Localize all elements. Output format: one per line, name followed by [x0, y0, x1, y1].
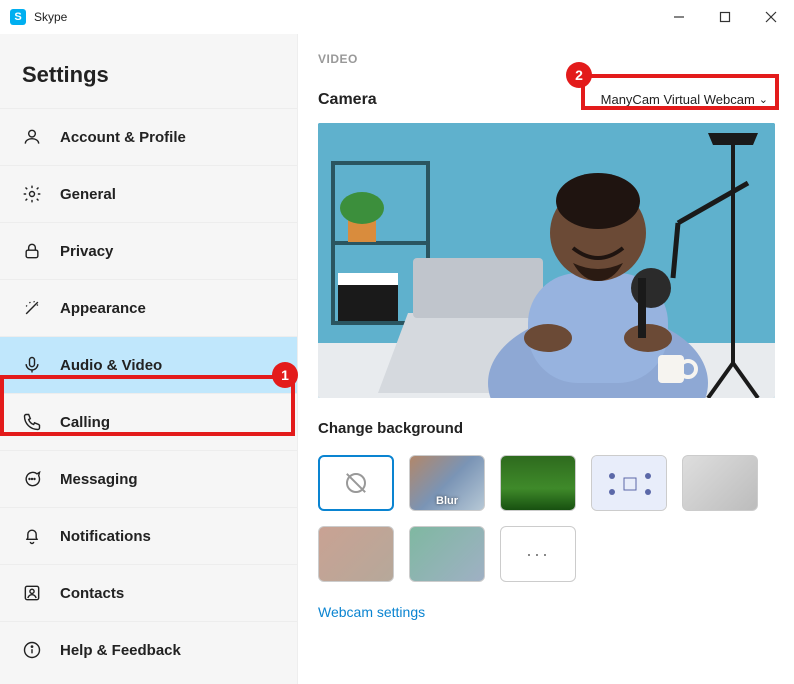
contacts-icon: [22, 583, 42, 603]
maximize-icon: [719, 11, 731, 23]
sidebar-item-audio-video[interactable]: Audio & Video: [0, 336, 297, 393]
camera-preview: [318, 123, 775, 398]
minimize-button[interactable]: [656, 0, 702, 34]
titlebar: S Skype: [0, 0, 794, 34]
profile-icon: [22, 127, 42, 147]
close-button[interactable]: [748, 0, 794, 34]
skype-settings-window: S Skype Settings Account & Profile: [0, 0, 794, 684]
video-section-title: VIDEO: [318, 52, 774, 66]
sidebar-item-label: Notifications: [60, 528, 151, 545]
microphone-icon: [22, 355, 42, 375]
camera-label: Camera: [318, 91, 377, 109]
sidebar-item-account[interactable]: Account & Profile: [0, 108, 297, 165]
background-thumbnails: Blur ···: [318, 455, 790, 582]
app-title: Skype: [34, 10, 67, 24]
sidebar-item-appearance[interactable]: Appearance: [0, 279, 297, 336]
sidebar-item-help[interactable]: Help & Feedback: [0, 621, 297, 678]
sidebar-item-label: Contacts: [60, 585, 124, 602]
camera-select[interactable]: ManyCam Virtual Webcam ⌄: [595, 88, 774, 111]
lock-icon: [22, 241, 42, 261]
sidebar-item-contacts[interactable]: Contacts: [0, 564, 297, 621]
sidebar-item-notifications[interactable]: Notifications: [0, 507, 297, 564]
sidebar-item-label: Help & Feedback: [60, 642, 181, 659]
chat-icon: [22, 469, 42, 489]
sidebar-item-label: Appearance: [60, 300, 146, 317]
sidebar-item-privacy[interactable]: Privacy: [0, 222, 297, 279]
phone-icon: [22, 412, 42, 432]
gear-icon: [22, 184, 42, 204]
bg-option-caption: Blur: [410, 495, 484, 507]
info-icon: [22, 640, 42, 660]
sidebar-item-label: General: [60, 186, 116, 203]
change-background-title: Change background: [318, 420, 774, 437]
bg-option-none[interactable]: [318, 455, 394, 511]
sidebar-item-label: Privacy: [60, 243, 113, 260]
sidebar-item-label: Calling: [60, 414, 110, 431]
wand-icon: [22, 298, 42, 318]
webcam-settings-link[interactable]: Webcam settings: [318, 604, 425, 620]
settings-heading: Settings: [22, 62, 297, 88]
maximize-button[interactable]: [702, 0, 748, 34]
sidebar-item-general[interactable]: General: [0, 165, 297, 222]
bell-icon: [22, 526, 42, 546]
camera-selected-value: ManyCam Virtual Webcam: [601, 92, 755, 107]
minimize-icon: [673, 11, 685, 23]
pattern-icon: [592, 456, 667, 511]
camera-preview-illustration: [318, 123, 775, 398]
more-label: ···: [526, 544, 550, 565]
chevron-down-icon: ⌄: [759, 93, 768, 106]
bg-option-room3[interactable]: [409, 526, 485, 582]
bg-option-blur[interactable]: Blur: [409, 455, 485, 511]
bg-option-forest[interactable]: [500, 455, 576, 511]
close-icon: [765, 11, 777, 23]
bg-option-more[interactable]: ···: [500, 526, 576, 582]
skype-logo-icon: S: [10, 9, 26, 25]
sidebar-item-calling[interactable]: Calling: [0, 393, 297, 450]
sidebar-item-label: Audio & Video: [60, 357, 162, 374]
settings-sidebar: Settings Account & Profile General Priva…: [0, 34, 298, 684]
bg-option-room2[interactable]: [318, 526, 394, 582]
sidebar-item-label: Account & Profile: [60, 129, 186, 146]
none-icon: [346, 473, 366, 493]
window-controls: [656, 0, 794, 34]
sidebar-item-label: Messaging: [60, 471, 138, 488]
main-panel: VIDEO Camera ManyCam Virtual Webcam ⌄ 2: [298, 34, 794, 684]
bg-option-pattern[interactable]: [591, 455, 667, 511]
sidebar-item-messaging[interactable]: Messaging: [0, 450, 297, 507]
bg-option-room1[interactable]: [682, 455, 758, 511]
